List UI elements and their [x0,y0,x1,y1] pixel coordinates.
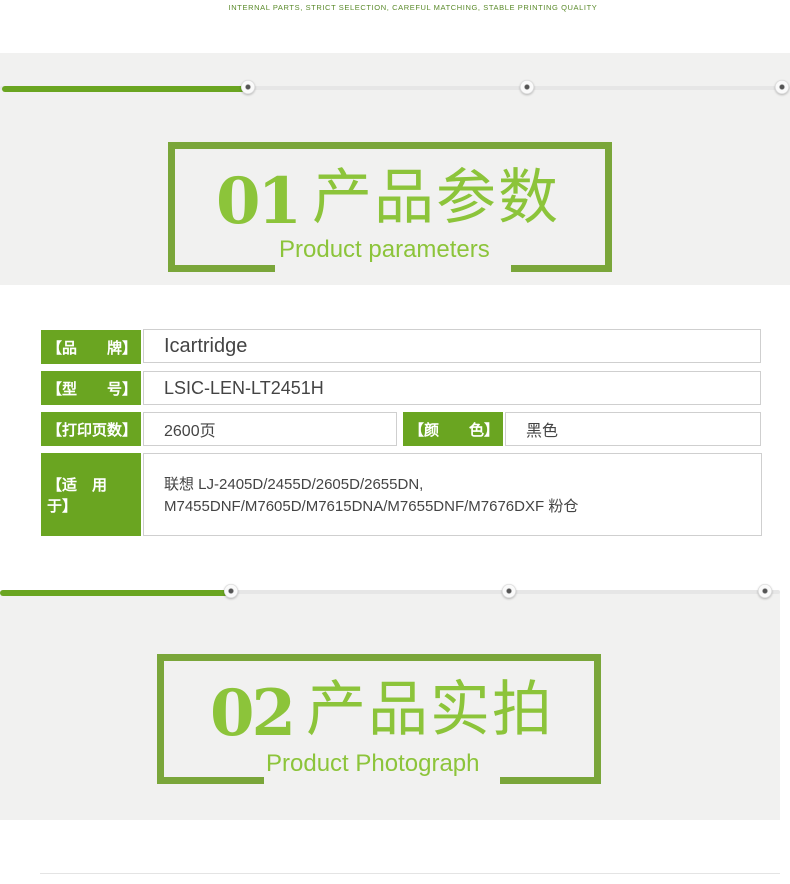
spec-value-compat: 联想 LJ-2405D/2455D/2605D/2655DN, M7455DNF… [143,453,762,536]
section-01-title-en: Product parameters [279,236,490,263]
progress-bar-02 [0,582,780,602]
progress-node-3 [758,584,772,598]
spec-value-color: 黑色 [505,412,761,446]
tagline: INTERNAL PARTS, STRICT SELECTION, CAREFU… [228,3,598,12]
progress-node-2 [502,584,516,598]
progress-bar-01 [0,78,790,98]
section-02-title-cn: 产品实拍 [306,675,554,745]
spec-value-model: LSIC-LEN-LT2451H [143,371,761,405]
progress-node-1 [224,584,238,598]
section-01-number: 01 [216,164,302,239]
spec-value-brand: Icartridge [143,329,761,363]
spec-label-model: 【型 号】 [41,371,141,405]
spec-label-color: 【颜 色】 [403,412,503,446]
section-02-title-en: Product Photograph [266,750,480,777]
spec-label-compat: 【适 用 于】 [41,453,141,536]
progress-node-3 [775,80,789,94]
spec-label-brand: 【品 牌】 [41,330,141,364]
progress-fill-01 [2,86,246,92]
progress-node-2 [520,80,534,94]
progress-node-1 [241,80,255,94]
divider [40,873,780,874]
compat-line-2: M7455DNF/M7605D/M7615DNA/M7655DNF/M7676D… [164,498,579,515]
compat-line-1: 联想 LJ-2405D/2455D/2605D/2655DN, [164,476,424,493]
progress-fill-02 [0,590,228,596]
section-02-number: 02 [210,676,296,751]
spec-value-pages: 2600页 [143,412,397,446]
spec-label-pages: 【打印页数】 [41,412,141,446]
section-01-title-cn: 产品参数 [312,163,560,233]
